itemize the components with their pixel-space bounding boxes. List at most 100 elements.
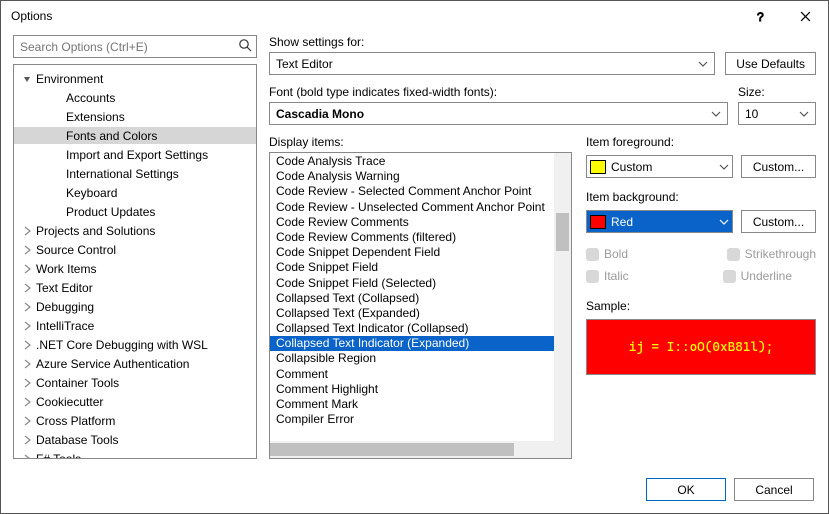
expand-closed-icon[interactable]	[20, 321, 34, 331]
tree-item[interactable]: .NET Core Debugging with WSL	[14, 336, 256, 353]
size-label: Size:	[738, 85, 816, 99]
display-item[interactable]: Comment Mark	[270, 397, 571, 412]
help-button[interactable]: ?	[738, 1, 783, 31]
tree-item-label: F# Tools	[34, 452, 81, 460]
scrollbar-vertical[interactable]	[554, 153, 571, 458]
display-item[interactable]: Code Snippet Dependent Field	[270, 245, 571, 260]
underline-checkbox: Underline	[723, 269, 792, 283]
item-bg-combo[interactable]: Red	[586, 210, 733, 233]
expand-closed-icon[interactable]	[20, 283, 34, 293]
chevron-down-icon	[711, 111, 721, 117]
tree-item[interactable]: Cross Platform	[14, 412, 256, 429]
tree-item[interactable]: Container Tools	[14, 374, 256, 391]
font-combo[interactable]: Cascadia Mono	[269, 102, 728, 125]
italic-checkbox: Italic	[586, 269, 629, 283]
tree-item[interactable]: Text Editor	[14, 279, 256, 296]
window-title: Options	[11, 9, 738, 23]
tree-item[interactable]: Cookiecutter	[14, 393, 256, 410]
tree-item[interactable]: Azure Service Authentication	[14, 355, 256, 372]
category-tree[interactable]: Environment Accounts Extensions Fonts and C…	[13, 64, 257, 459]
tree-item-label: Environment	[34, 72, 103, 86]
search-icon	[238, 38, 252, 55]
search-input[interactable]	[18, 39, 238, 55]
display-item[interactable]: Code Review - Unselected Comment Anchor …	[270, 200, 571, 215]
display-item[interactable]: Code Review Comments (filtered)	[270, 230, 571, 245]
expand-closed-icon[interactable]	[20, 359, 34, 369]
display-item[interactable]: Collapsed Text (Collapsed)	[270, 291, 571, 306]
expand-closed-icon[interactable]	[20, 454, 34, 460]
display-item[interactable]: Code Analysis Warning	[270, 169, 571, 184]
expand-closed-icon[interactable]	[20, 264, 34, 274]
chevron-down-icon	[799, 111, 809, 117]
expand-closed-icon[interactable]	[20, 416, 34, 426]
display-items-label: Display items:	[269, 135, 572, 149]
tree-item-label: Extensions	[64, 110, 125, 124]
display-item[interactable]: Comment	[270, 367, 571, 382]
close-button[interactable]	[783, 1, 828, 31]
cancel-button[interactable]: Cancel	[734, 478, 814, 501]
display-item[interactable]: Code Analysis Trace	[270, 154, 571, 169]
item-fg-combo[interactable]: Custom	[586, 155, 733, 178]
tree-item[interactable]: Environment	[14, 70, 256, 87]
fg-swatch	[590, 160, 606, 174]
display-item[interactable]: Collapsed Text (Expanded)	[270, 306, 571, 321]
tree-item-label: Product Updates	[64, 205, 155, 219]
use-defaults-button[interactable]: Use Defaults	[725, 52, 816, 75]
fg-custom-button[interactable]: Custom...	[741, 155, 816, 178]
expand-closed-icon[interactable]	[20, 397, 34, 407]
display-item[interactable]: Code Snippet Field	[270, 260, 571, 275]
tree-item[interactable]: Projects and Solutions	[14, 222, 256, 239]
item-fg-label: Item foreground:	[586, 135, 816, 149]
tree-item[interactable]: Product Updates	[14, 203, 256, 220]
size-combo[interactable]: 10	[738, 102, 816, 125]
display-item[interactable]: Collapsed Text Indicator (Expanded)	[270, 336, 571, 351]
display-item[interactable]: Comment Highlight	[270, 382, 571, 397]
font-value: Cascadia Mono	[276, 107, 364, 121]
tree-item-label: Work Items	[34, 262, 96, 276]
item-bg-value: Red	[611, 215, 714, 229]
titlebar: Options ?	[1, 1, 828, 31]
strike-checkbox: Strikethrough	[727, 247, 816, 261]
ok-button[interactable]: OK	[646, 478, 726, 501]
expand-closed-icon[interactable]	[20, 340, 34, 350]
display-item[interactable]: Code Snippet Field (Selected)	[270, 276, 571, 291]
tree-item[interactable]: Debugging	[14, 298, 256, 315]
sample-preview: ij = I::oO(0xB81l);	[586, 319, 816, 375]
tree-item[interactable]: F# Tools	[14, 450, 256, 459]
tree-item[interactable]: Accounts	[14, 89, 256, 106]
display-items-list[interactable]: Code Analysis TraceCode Analysis Warning…	[269, 152, 572, 459]
tree-item[interactable]: Keyboard	[14, 184, 256, 201]
tree-item[interactable]: IntelliTrace	[14, 317, 256, 334]
expand-closed-icon[interactable]	[20, 302, 34, 312]
tree-item[interactable]: Source Control	[14, 241, 256, 258]
display-item[interactable]: Code Review Comments	[270, 215, 571, 230]
tree-item[interactable]: Database Tools	[14, 431, 256, 448]
show-settings-combo[interactable]: Text Editor	[269, 52, 715, 75]
expand-open-icon[interactable]	[20, 74, 34, 84]
item-bg-label: Item background:	[586, 190, 816, 204]
expand-closed-icon[interactable]	[20, 245, 34, 255]
tree-item-label: IntelliTrace	[34, 319, 94, 333]
display-item[interactable]: Compiler Error	[270, 412, 571, 427]
tree-item-label: Keyboard	[64, 186, 117, 200]
expand-closed-icon[interactable]	[20, 378, 34, 388]
expand-closed-icon[interactable]	[20, 226, 34, 236]
tree-item-label: Cookiecutter	[34, 395, 103, 409]
display-item[interactable]: Code Review - Selected Comment Anchor Po…	[270, 184, 571, 199]
tree-item[interactable]: International Settings	[14, 165, 256, 182]
display-item[interactable]: Collapsed Text Indicator (Collapsed)	[270, 321, 571, 336]
tree-item[interactable]: Work Items	[14, 260, 256, 277]
item-fg-value: Custom	[611, 160, 714, 174]
scrollbar-horizontal[interactable]	[270, 441, 554, 458]
bg-custom-button[interactable]: Custom...	[741, 210, 816, 233]
svg-text:?: ?	[757, 10, 764, 23]
show-settings-value: Text Editor	[276, 57, 333, 71]
tree-item-label: Accounts	[64, 91, 115, 105]
expand-closed-icon[interactable]	[20, 435, 34, 445]
tree-item[interactable]: Fonts and Colors	[14, 127, 256, 144]
bg-swatch	[590, 215, 606, 229]
tree-item[interactable]: Import and Export Settings	[14, 146, 256, 163]
search-input-wrap[interactable]	[13, 35, 257, 58]
display-item[interactable]: Collapsible Region	[270, 351, 571, 366]
tree-item[interactable]: Extensions	[14, 108, 256, 125]
